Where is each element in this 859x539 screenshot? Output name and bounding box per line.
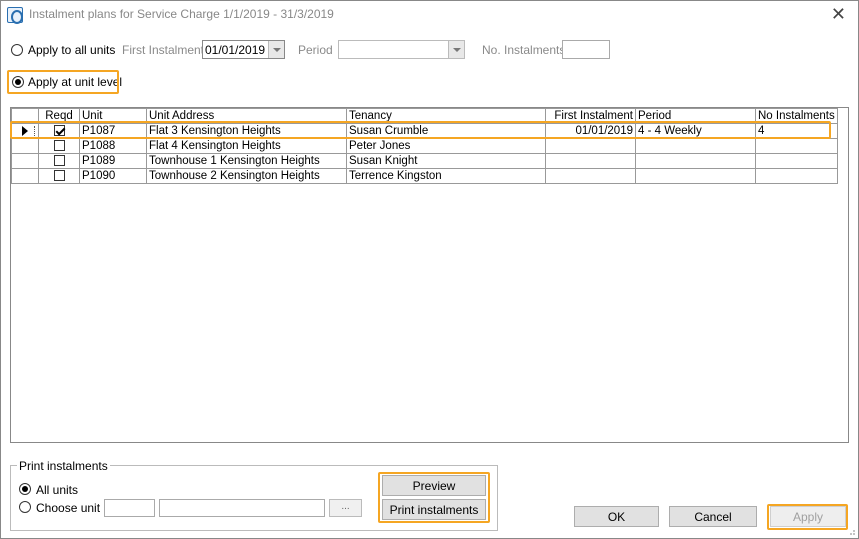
units-table: Reqd Unit Unit Address Tenancy First Ins… <box>11 108 838 184</box>
unit-cell[interactable]: P1089 <box>79 153 147 169</box>
row-indicator <box>11 138 39 154</box>
reqd-checkbox[interactable] <box>53 155 65 167</box>
address-cell[interactable]: Townhouse 2 Kensington Heights <box>146 168 347 184</box>
print-instalments-button[interactable]: Print instalments <box>382 499 486 520</box>
first-instalment-combo[interactable]: 01/01/2019 <box>202 40 285 59</box>
col-reqd[interactable]: Reqd <box>38 108 80 124</box>
units-grid: Reqd Unit Unit Address Tenancy First Ins… <box>10 107 849 443</box>
preview-instalments-button[interactable]: Preview instalments <box>382 475 486 512</box>
first-instalment-value: 01/01/2019 <box>205 43 266 57</box>
tenancy-cell[interactable]: Peter Jones <box>346 138 546 154</box>
row-dots <box>34 125 36 136</box>
no-instalments-cell[interactable] <box>755 168 838 184</box>
no-instalments-cell[interactable] <box>755 153 838 169</box>
table-row[interactable]: P1088 Flat 4 Kensington Heights Peter Jo… <box>11 138 838 154</box>
period-cell[interactable] <box>635 153 756 169</box>
reqd-checkbox[interactable] <box>53 170 65 182</box>
period-cell[interactable] <box>635 168 756 184</box>
unit-cell[interactable]: P1090 <box>79 168 147 184</box>
reqd-cell[interactable] <box>38 168 80 184</box>
first-instalment-cell[interactable] <box>545 168 636 184</box>
tenancy-cell[interactable]: Susan Knight <box>346 153 546 169</box>
chevron-down-icon[interactable] <box>268 41 284 58</box>
apply-all-units-label: Apply to all units <box>28 43 116 57</box>
col-no-instalments[interactable]: No Instalments <box>755 108 838 124</box>
col-tenancy[interactable]: Tenancy <box>346 108 546 124</box>
close-icon[interactable]: ✕ <box>831 4 846 25</box>
no-instalments-cell[interactable]: 4 <box>755 123 838 139</box>
all-units-radio[interactable] <box>19 483 31 495</box>
instalment-plans-dialog: Instalment plans for Service Charge 1/1/… <box>0 0 859 539</box>
unit-code-input[interactable] <box>104 499 155 517</box>
period-label: Period <box>298 43 333 57</box>
address-cell[interactable]: Townhouse 1 Kensington Heights <box>146 153 347 169</box>
apply-button[interactable]: Apply <box>770 506 846 527</box>
apply-all-units-radio[interactable] <box>11 44 23 56</box>
table-row[interactable]: P1087 Flat 3 Kensington Heights Susan Cr… <box>11 123 838 139</box>
row-indicator-header <box>11 108 39 124</box>
unit-name-input[interactable] <box>159 499 325 517</box>
print-instalments-title: Print instalments <box>17 459 110 473</box>
apply-unit-level-label: Apply at unit level <box>28 75 123 89</box>
no-instalments-label: No. Instalments <box>482 43 566 57</box>
ok-button[interactable]: OK <box>574 506 659 527</box>
row-indicator <box>11 153 39 169</box>
unit-cell[interactable]: P1087 <box>79 123 147 139</box>
period-cell[interactable]: 4 - 4 Weekly <box>635 123 756 139</box>
period-combo[interactable] <box>338 40 465 59</box>
col-first-instalment[interactable]: First Instalment <box>545 108 636 124</box>
col-unit[interactable]: Unit <box>79 108 147 124</box>
browse-unit-button[interactable]: ... <box>329 499 362 517</box>
reqd-cell[interactable] <box>38 138 80 154</box>
reqd-checkbox[interactable] <box>53 140 65 152</box>
first-instalment-cell[interactable]: 01/01/2019 <box>545 123 636 139</box>
col-period[interactable]: Period <box>635 108 756 124</box>
apply-unit-level-radio[interactable] <box>12 76 24 88</box>
first-instalment-cell[interactable] <box>545 138 636 154</box>
first-instalment-cell[interactable] <box>545 153 636 169</box>
choose-unit-label: Choose unit <box>36 501 101 515</box>
choose-unit-radio[interactable] <box>19 501 31 513</box>
app-icon <box>7 7 23 24</box>
chevron-down-icon[interactable] <box>448 41 464 58</box>
all-units-label: All units <box>36 483 79 497</box>
no-instalments-input[interactable] <box>562 40 610 59</box>
window-title: Instalment plans for Service Charge 1/1/… <box>29 7 334 21</box>
reqd-cell[interactable] <box>38 123 80 139</box>
address-cell[interactable]: Flat 3 Kensington Heights <box>146 123 347 139</box>
current-row-arrow-icon <box>22 125 28 136</box>
title-bar: Instalment plans for Service Charge 1/1/… <box>1 1 858 29</box>
grid-header-row: Reqd Unit Unit Address Tenancy First Ins… <box>11 108 838 124</box>
first-instalment-label: First Instalment <box>122 43 205 57</box>
reqd-checkbox[interactable] <box>53 125 65 137</box>
cancel-button[interactable]: Cancel <box>669 506 757 527</box>
col-unit-address[interactable]: Unit Address <box>146 108 347 124</box>
reqd-cell[interactable] <box>38 153 80 169</box>
period-cell[interactable] <box>635 138 756 154</box>
unit-cell[interactable]: P1088 <box>79 138 147 154</box>
address-cell[interactable]: Flat 4 Kensington Heights <box>146 138 347 154</box>
resize-grip-icon[interactable] <box>846 526 856 536</box>
table-row[interactable]: P1089 Townhouse 1 Kensington Heights Sus… <box>11 153 838 169</box>
tenancy-cell[interactable]: Terrence Kingston <box>346 168 546 184</box>
table-row[interactable]: P1090 Townhouse 2 Kensington Heights Ter… <box>11 168 838 184</box>
row-indicator <box>11 123 39 139</box>
no-instalments-cell[interactable] <box>755 138 838 154</box>
tenancy-cell[interactable]: Susan Crumble <box>346 123 546 139</box>
row-indicator <box>11 168 39 184</box>
